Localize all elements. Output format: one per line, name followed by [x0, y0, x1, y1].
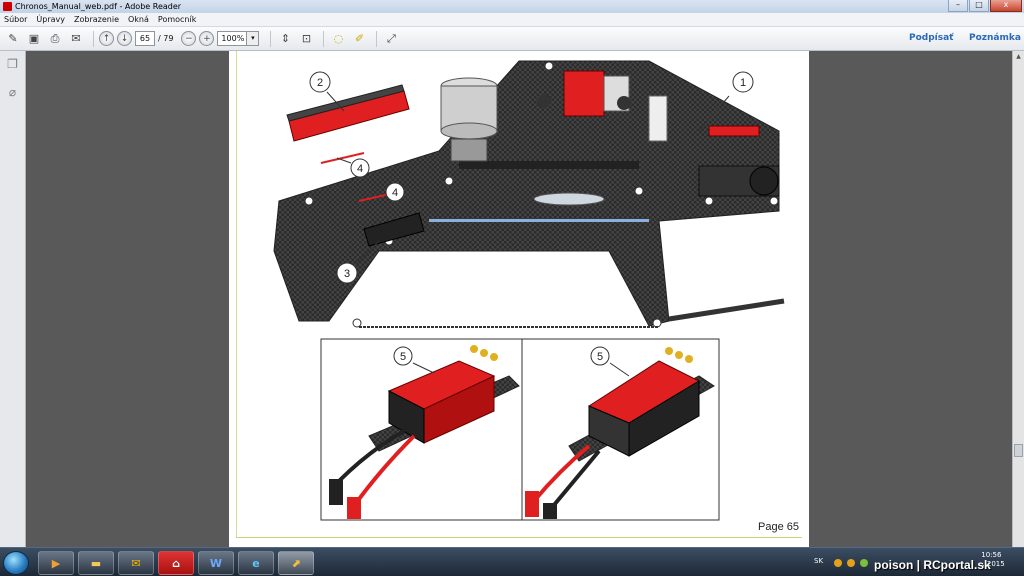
previous-page-button[interactable]: ↑	[99, 31, 114, 46]
window-controls: – □ x	[947, 0, 1022, 13]
menu-bar: Súbor Úpravy Zobrazenie Okná Pomocník	[0, 13, 1024, 27]
highlight-icon[interactable]: ✐	[350, 30, 368, 48]
scroll-mode-icon[interactable]: ⇕	[276, 30, 294, 48]
toolbar-divider	[270, 30, 272, 47]
create-pdf-icon[interactable]: ✎	[4, 30, 22, 48]
page-number-label: Page 65	[758, 521, 799, 533]
pdf-page: 1 2 3 4 4 5 5 Page 65	[229, 51, 809, 547]
comment-button[interactable]: Poznámka	[969, 33, 1021, 43]
attachments-icon[interactable]: ⌀	[6, 85, 20, 99]
toolbar-divider	[93, 30, 94, 47]
language-indicator[interactable]: SK	[814, 557, 823, 565]
tray-icon[interactable]	[834, 559, 842, 567]
vertical-scrollbar[interactable]: ▲	[1012, 51, 1024, 547]
callout-text: 5	[597, 351, 603, 363]
menu-view[interactable]: Zobrazenie	[74, 15, 119, 24]
internet-explorer-icon[interactable]: e	[238, 551, 274, 575]
toolbar: ✎ ▣ ⎙ ✉ ↑ ↓ 65 / 79 − + 100% ▾ ⇕ ⊡ ◌ ✐ ⤢	[0, 27, 1024, 51]
email-icon[interactable]: ✉	[67, 30, 85, 48]
scroll-up-icon[interactable]: ▲	[1013, 51, 1024, 62]
fullscreen-icon[interactable]: ⤢	[382, 30, 400, 48]
pdf-viewer-icon[interactable]: ⬈	[278, 551, 314, 575]
adobe-reader-icon	[3, 2, 12, 11]
zoom-out-button[interactable]: −	[181, 31, 197, 46]
callout-4a	[336, 157, 370, 178]
clock-time: 10:56	[981, 551, 1002, 559]
menu-window[interactable]: Okná	[128, 15, 149, 24]
scroll-thumb[interactable]	[1014, 444, 1023, 457]
menu-file[interactable]: Súbor	[4, 15, 27, 24]
comment-icon[interactable]: ◌	[329, 30, 347, 48]
callout-text: 4	[392, 187, 398, 199]
assembly-illustration: 1 2 3 4 4 5 5	[273, 60, 785, 521]
title-bar: Chronos_Manual_web.pdf - Adobe Reader	[0, 0, 1024, 13]
close-button[interactable]: x	[990, 0, 1022, 12]
callout-text: 4	[357, 163, 363, 175]
next-page-button[interactable]: ↓	[117, 31, 132, 46]
clock-date: ... 2015	[978, 560, 1005, 568]
outlook-icon[interactable]: ✉	[118, 551, 154, 575]
zoom-in-button[interactable]: +	[199, 31, 215, 46]
toolbar-divider	[376, 30, 378, 47]
page-total: / 79	[158, 34, 174, 43]
fit-page-icon[interactable]: ⊡	[297, 30, 315, 48]
adobe-reader-icon[interactable]: ⌂	[158, 551, 194, 575]
callout-text: 1	[740, 77, 746, 89]
callout-text: 5	[400, 351, 406, 363]
zoom-input[interactable]: 100%	[217, 31, 248, 46]
zoom-dropdown-icon[interactable]: ▾	[247, 31, 260, 46]
navigation-pane: ❐ ⌀	[0, 51, 26, 547]
callout-text: 2	[317, 77, 323, 89]
pages-panel-icon[interactable]: ❐	[6, 57, 20, 71]
main-gear	[533, 192, 605, 206]
system-clock[interactable]: 10:56 ... 2015	[978, 551, 1005, 569]
callout-text: 3	[344, 268, 350, 280]
page-number-input[interactable]: 65	[135, 31, 155, 46]
menu-edit[interactable]: Úpravy	[36, 15, 65, 24]
word-icon[interactable]: W	[198, 551, 234, 575]
toolbar-divider	[323, 30, 325, 47]
explorer-icon[interactable]: ▬	[78, 551, 114, 575]
save-icon[interactable]: ▣	[25, 30, 43, 48]
tray-icon[interactable]	[860, 559, 868, 567]
menu-help[interactable]: Pomocník	[158, 15, 196, 24]
media-player-icon[interactable]: ▶	[38, 551, 74, 575]
minimize-button[interactable]: –	[948, 0, 968, 12]
watermark-text: poison | RCportal.sk	[874, 558, 991, 572]
start-button[interactable]	[3, 551, 29, 575]
taskbar: ▶ ▬ ✉ ⌂ W e ⬈	[0, 547, 1024, 576]
sign-button[interactable]: Podpísať	[909, 33, 953, 43]
window-title: Chronos_Manual_web.pdf - Adobe Reader	[15, 2, 182, 11]
print-icon[interactable]: ⎙	[46, 30, 64, 48]
tray-icon[interactable]	[847, 559, 855, 567]
maximize-button[interactable]: □	[969, 0, 989, 12]
